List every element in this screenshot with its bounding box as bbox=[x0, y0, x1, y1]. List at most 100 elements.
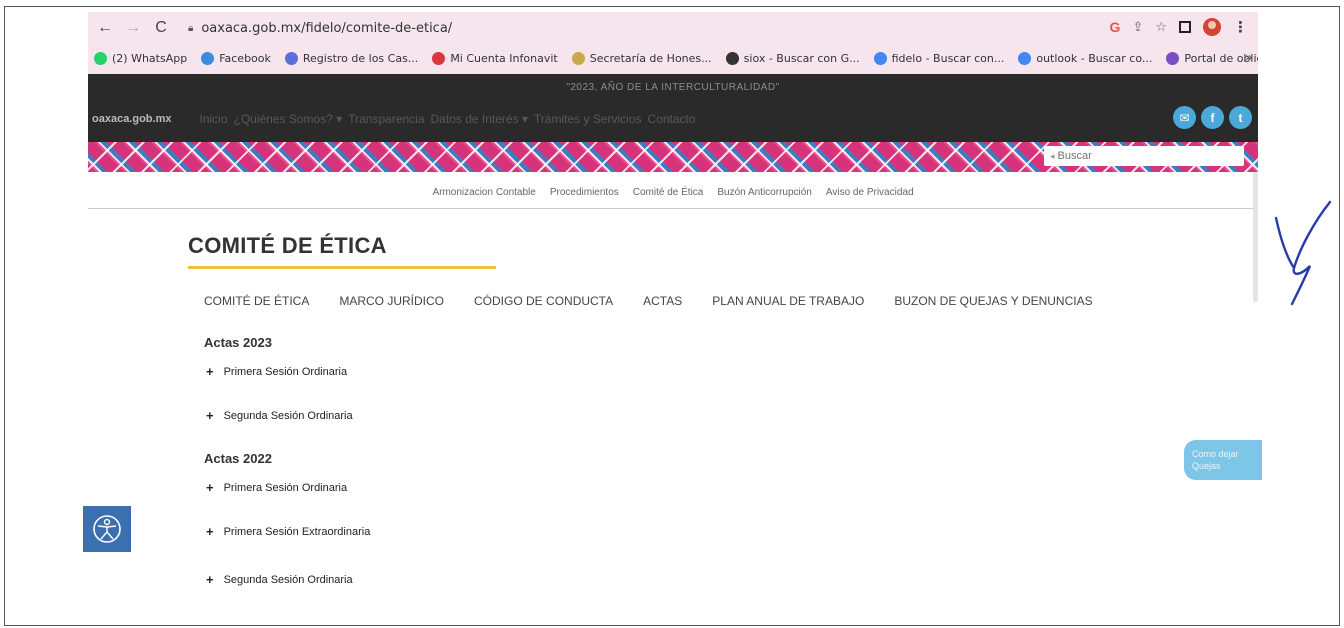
facebook-icon[interactable]: f bbox=[1201, 106, 1224, 129]
bookmark-label: siox - Buscar con G... bbox=[743, 51, 860, 65]
section-heading: Actas 2022 bbox=[204, 451, 272, 466]
tab-item[interactable]: CÓDIGO DE CONDUCTA bbox=[474, 294, 613, 308]
address-row: ← → C 🔒︎ oaxaca.gob.mx/fidelo/comite-de-… bbox=[88, 12, 1258, 44]
main-nav-item[interactable]: Datos de Interés ▾ bbox=[431, 112, 528, 126]
section-heading: Actas 2023 bbox=[204, 335, 272, 350]
lock-icon: 🔒︎ bbox=[188, 22, 194, 34]
plus-icon: + bbox=[206, 524, 214, 539]
star-icon[interactable]: ☆ bbox=[1155, 19, 1167, 35]
floating-line-1: Como dejar bbox=[1192, 449, 1239, 459]
bookmark-item[interactable]: Mi Cuenta Infonavit bbox=[432, 51, 558, 65]
profile-avatar-icon[interactable] bbox=[1203, 18, 1221, 36]
bookmark-item[interactable]: siox - Buscar con G... bbox=[725, 51, 860, 65]
bookmark-item[interactable]: Secretaría de Hones... bbox=[571, 51, 712, 65]
accordion-label: Segunda Sesión Ordinaria bbox=[223, 409, 353, 422]
slogan: "2023, AÑO DE LA INTERCULTURALIDAD" bbox=[566, 82, 780, 93]
accordion-item[interactable]: + Primera Sesión Extraordinaria bbox=[206, 524, 370, 539]
main-nav-item[interactable]: ¿Quiénes Somos? ▾ bbox=[234, 112, 343, 126]
google-icon[interactable]: G bbox=[1110, 19, 1121, 35]
bookmark-label: Registro de los Cas... bbox=[302, 51, 419, 65]
bookmark-item[interactable]: outlook - Buscar co... bbox=[1018, 51, 1153, 65]
bookmark-label: Mi Cuenta Infonavit bbox=[450, 51, 558, 65]
social-links: ✉ f t bbox=[1173, 106, 1252, 129]
main-nav-item[interactable]: Transparencia bbox=[348, 112, 424, 126]
accordion-item[interactable]: + Segunda Sesión Ordinaria bbox=[206, 408, 353, 423]
tab-item[interactable]: PLAN ANUAL DE TRABAJO bbox=[712, 294, 864, 308]
browser-extensions: G ⇪ ☆ ⋮ bbox=[1110, 18, 1248, 36]
bookmark-favicon-icon bbox=[571, 51, 585, 65]
plus-icon: + bbox=[206, 480, 214, 495]
secondary-nav-item[interactable]: Comité de Ética bbox=[633, 187, 704, 198]
accordion-label: Primera Sesión Ordinaria bbox=[223, 365, 348, 378]
secondary-nav-item[interactable]: Buzón Anticorrupción bbox=[717, 187, 812, 198]
accordion-item[interactable]: + Primera Sesión Ordinaria bbox=[206, 364, 347, 379]
bookmark-item[interactable]: fidelo - Buscar con... bbox=[873, 51, 1005, 65]
site-header: "2023, AÑO DE LA INTERCULTURALIDAD" oaxa… bbox=[88, 74, 1258, 142]
bookmark-label: (2) WhatsApp bbox=[112, 51, 188, 65]
address-bar[interactable]: 🔒︎ oaxaca.gob.mx/fidelo/comite-de-etica/ bbox=[188, 21, 452, 36]
forward-arrow-icon[interactable]: → bbox=[122, 17, 144, 39]
section-tabs: COMITÉ DE ÉTICA MARCO JURÍDICO CÓDIGO DE C… bbox=[204, 294, 1093, 308]
bookmark-favicon-icon bbox=[284, 51, 298, 65]
plus-icon: + bbox=[206, 364, 214, 379]
secondary-nav-item[interactable]: Armonizacion Contable bbox=[432, 187, 535, 198]
bookmark-favicon-icon bbox=[94, 51, 107, 65]
accordion-label: Primera Sesión Ordinaria bbox=[223, 481, 348, 494]
bookmark-favicon-icon bbox=[201, 51, 215, 65]
search-caret-icon: ◂ bbox=[1050, 150, 1055, 161]
bookmark-label: Facebook bbox=[219, 51, 271, 65]
main-nav-item[interactable]: Inicio bbox=[199, 112, 227, 126]
mail-icon[interactable]: ✉ bbox=[1173, 106, 1196, 129]
page-scrollbar[interactable] bbox=[1253, 172, 1258, 302]
secondary-nav-item[interactable]: Aviso de Privacidad bbox=[826, 187, 914, 198]
sidepanel-icon[interactable] bbox=[1179, 21, 1191, 33]
tab-item[interactable]: ACTAS bbox=[643, 294, 682, 308]
back-arrow-icon[interactable]: ← bbox=[94, 17, 116, 39]
bookmark-favicon-icon bbox=[1166, 51, 1180, 65]
bookmark-favicon-icon bbox=[873, 51, 887, 65]
bookmark-label: fidelo - Buscar con... bbox=[891, 51, 1005, 65]
decorative-pattern-band: ◂ bbox=[88, 142, 1258, 172]
main-nav: oaxaca.gob.mx Inicio ¿Quiénes Somos? ▾ Tra… bbox=[88, 112, 1258, 126]
site-search[interactable]: ◂ bbox=[1044, 146, 1244, 166]
twitter-icon[interactable]: t bbox=[1229, 106, 1252, 129]
site-logo[interactable]: oaxaca.gob.mx bbox=[92, 113, 171, 125]
bookmark-label: Secretaría de Hones... bbox=[589, 51, 712, 65]
reload-icon[interactable]: C bbox=[150, 17, 172, 39]
secondary-nav: Armonizacion Contable Procedimientos Comit… bbox=[88, 180, 1258, 204]
floating-line-2: Quejas bbox=[1192, 461, 1221, 471]
bookmarks-more-icon[interactable]: » bbox=[1245, 50, 1252, 64]
handwritten-signature bbox=[1274, 200, 1332, 306]
bookmark-item[interactable]: Portal de obligacio... bbox=[1166, 51, 1258, 65]
accordion-label: Segunda Sesión Ordinaria bbox=[223, 573, 353, 586]
bookmark-label: outlook - Buscar co... bbox=[1036, 51, 1153, 65]
search-input[interactable] bbox=[1057, 150, 1218, 162]
accessibility-icon bbox=[93, 515, 121, 543]
plus-icon: + bbox=[206, 408, 214, 423]
bookmarks-bar: (2) WhatsApp Facebook Registro de los Cas.… bbox=[88, 44, 1258, 72]
divider bbox=[88, 208, 1258, 209]
kebab-menu-icon[interactable]: ⋮ bbox=[1233, 18, 1248, 36]
accessibility-button[interactable] bbox=[83, 506, 131, 552]
share-icon[interactable]: ⇪ bbox=[1132, 19, 1143, 35]
tab-item[interactable]: COMITÉ DE ÉTICA bbox=[204, 294, 309, 308]
title-underline bbox=[188, 266, 496, 269]
browser-chrome: ← → C 🔒︎ oaxaca.gob.mx/fidelo/comite-de-… bbox=[88, 12, 1258, 74]
secondary-nav-item[interactable]: Procedimientos bbox=[550, 187, 619, 198]
url-text: oaxaca.gob.mx/fidelo/comite-de-etica/ bbox=[201, 20, 453, 36]
main-nav-item[interactable]: Trámites y Servicios bbox=[534, 112, 642, 126]
accordion-label: Primera Sesión Extraordinaria bbox=[223, 525, 371, 538]
bookmark-item[interactable]: Facebook bbox=[201, 51, 271, 65]
accordion-item[interactable]: + Segunda Sesión Ordinaria bbox=[206, 572, 353, 587]
accordion-item[interactable]: + Primera Sesión Ordinaria bbox=[206, 480, 347, 495]
bookmark-favicon-icon bbox=[432, 51, 446, 65]
tab-item[interactable]: MARCO JURÍDICO bbox=[339, 294, 444, 308]
bookmark-item[interactable]: Registro de los Cas... bbox=[284, 51, 419, 65]
tab-item[interactable]: BUZON DE QUEJAS Y DENUNCIAS bbox=[894, 294, 1092, 308]
plus-icon: + bbox=[206, 572, 214, 587]
complaint-floating-button[interactable]: Como dejar Quejas bbox=[1184, 440, 1262, 480]
bookmark-item[interactable]: (2) WhatsApp bbox=[94, 51, 188, 65]
bookmark-favicon-icon bbox=[1018, 51, 1032, 65]
page-title: COMITÉ DE ÉTICA bbox=[188, 233, 387, 258]
main-nav-item[interactable]: Contacto bbox=[648, 112, 696, 126]
